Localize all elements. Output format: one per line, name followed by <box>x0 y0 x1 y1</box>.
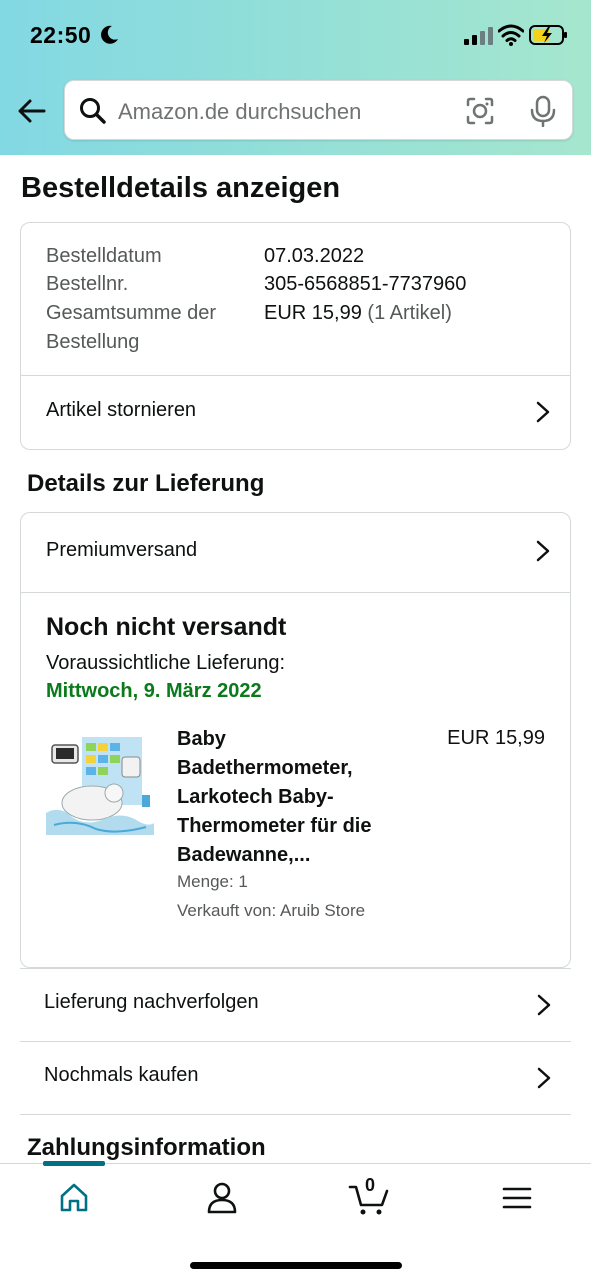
search-input[interactable]: Amazon.de durchsuchen <box>118 99 361 125</box>
shipping-method-row[interactable]: Premiumversand <box>21 513 570 592</box>
microphone-icon[interactable] <box>529 95 557 127</box>
product-title-line: Larkotech Baby- <box>177 786 334 808</box>
search-icon <box>80 98 106 124</box>
product-title-line: Badethermometer, <box>177 757 353 779</box>
divider <box>21 592 570 593</box>
account-icon[interactable] <box>202 1176 242 1220</box>
order-total-value: EUR 15,99 (1 Artikel) <box>264 299 452 328</box>
order-number-label: Bestellnr. <box>46 273 129 295</box>
order-date-value: 07.03.2022 <box>264 245 365 267</box>
signal-icon <box>464 27 493 45</box>
wifi-icon <box>498 24 524 46</box>
track-delivery-row[interactable]: Lieferung nachverfolgen <box>20 968 571 1041</box>
home-indicator <box>190 1262 402 1269</box>
shipping-method-label: Premiumversand <box>46 539 198 561</box>
order-number-value: 305-6568851-7737960 <box>264 273 467 295</box>
product-title-line: Badewanne,... <box>177 844 311 866</box>
order-total-items: (1 Artikel) <box>367 302 452 324</box>
shipment-status: Noch nicht versandt <box>46 613 287 641</box>
eta-label: Voraussichtliche Lieferung: <box>46 652 286 674</box>
eta-date: Mittwoch, 9. März 2022 <box>46 680 262 702</box>
cart-count: 0 <box>365 1175 376 1195</box>
order-total-amount: EUR 15,99 <box>264 302 362 324</box>
product-seller: Verkauft von: Aruib Store <box>177 901 366 920</box>
camera-scan-icon[interactable] <box>465 96 495 126</box>
active-tab-indicator <box>43 1161 105 1166</box>
chevron-right-icon <box>537 994 551 1016</box>
back-arrow-icon[interactable] <box>16 95 48 127</box>
product-quantity: Menge: 1 <box>177 872 248 891</box>
product-thumbnail[interactable] <box>46 735 154 835</box>
status-time: 22:50 <box>30 22 92 48</box>
divider <box>20 1114 571 1115</box>
order-summary-card: Bestelldatum 07.03.2022 Bestellnr. 305-6… <box>20 222 571 450</box>
order-date-label: Bestelldatum <box>46 245 162 267</box>
chevron-right-icon <box>536 540 550 562</box>
moon-icon <box>101 25 118 44</box>
chevron-right-icon <box>537 1067 551 1089</box>
buy-again-label: Nochmals kaufen <box>44 1064 199 1086</box>
delivery-section-title: Details zur Lieferung <box>27 470 265 497</box>
cancel-items-label: Artikel stornieren <box>46 399 197 421</box>
buy-again-row[interactable]: Nochmals kaufen <box>20 1041 571 1114</box>
delivery-card: Premiumversand Noch nicht versandt Vorau… <box>20 512 571 968</box>
chevron-right-icon <box>536 401 550 423</box>
battery-charging-icon <box>529 25 567 45</box>
cart-button[interactable]: 0 <box>348 1174 392 1218</box>
bottom-tab-bar: 0 <box>0 1161 591 1280</box>
payment-section-title: Zahlungsinformation <box>27 1134 266 1161</box>
order-total-label-line2: Bestellung <box>46 331 140 353</box>
page-title: Bestelldetails anzeigen <box>21 172 341 204</box>
track-delivery-label: Lieferung nachverfolgen <box>44 991 259 1013</box>
product-title-line: Thermometer für die <box>177 815 372 837</box>
order-total-label-line1: Gesamtsumme der <box>46 302 217 324</box>
top-header: 22:50 Amazon.de durchsuchen <box>0 0 591 155</box>
product-price: EUR 15,99 <box>447 727 545 749</box>
product-title-line: Baby <box>177 728 226 750</box>
status-bar: 22:50 <box>0 0 591 70</box>
home-icon[interactable] <box>54 1176 94 1220</box>
cancel-items-row[interactable]: Artikel stornieren <box>21 376 570 449</box>
menu-icon[interactable] <box>497 1176 537 1220</box>
search-bar[interactable]: Amazon.de durchsuchen <box>64 80 573 140</box>
